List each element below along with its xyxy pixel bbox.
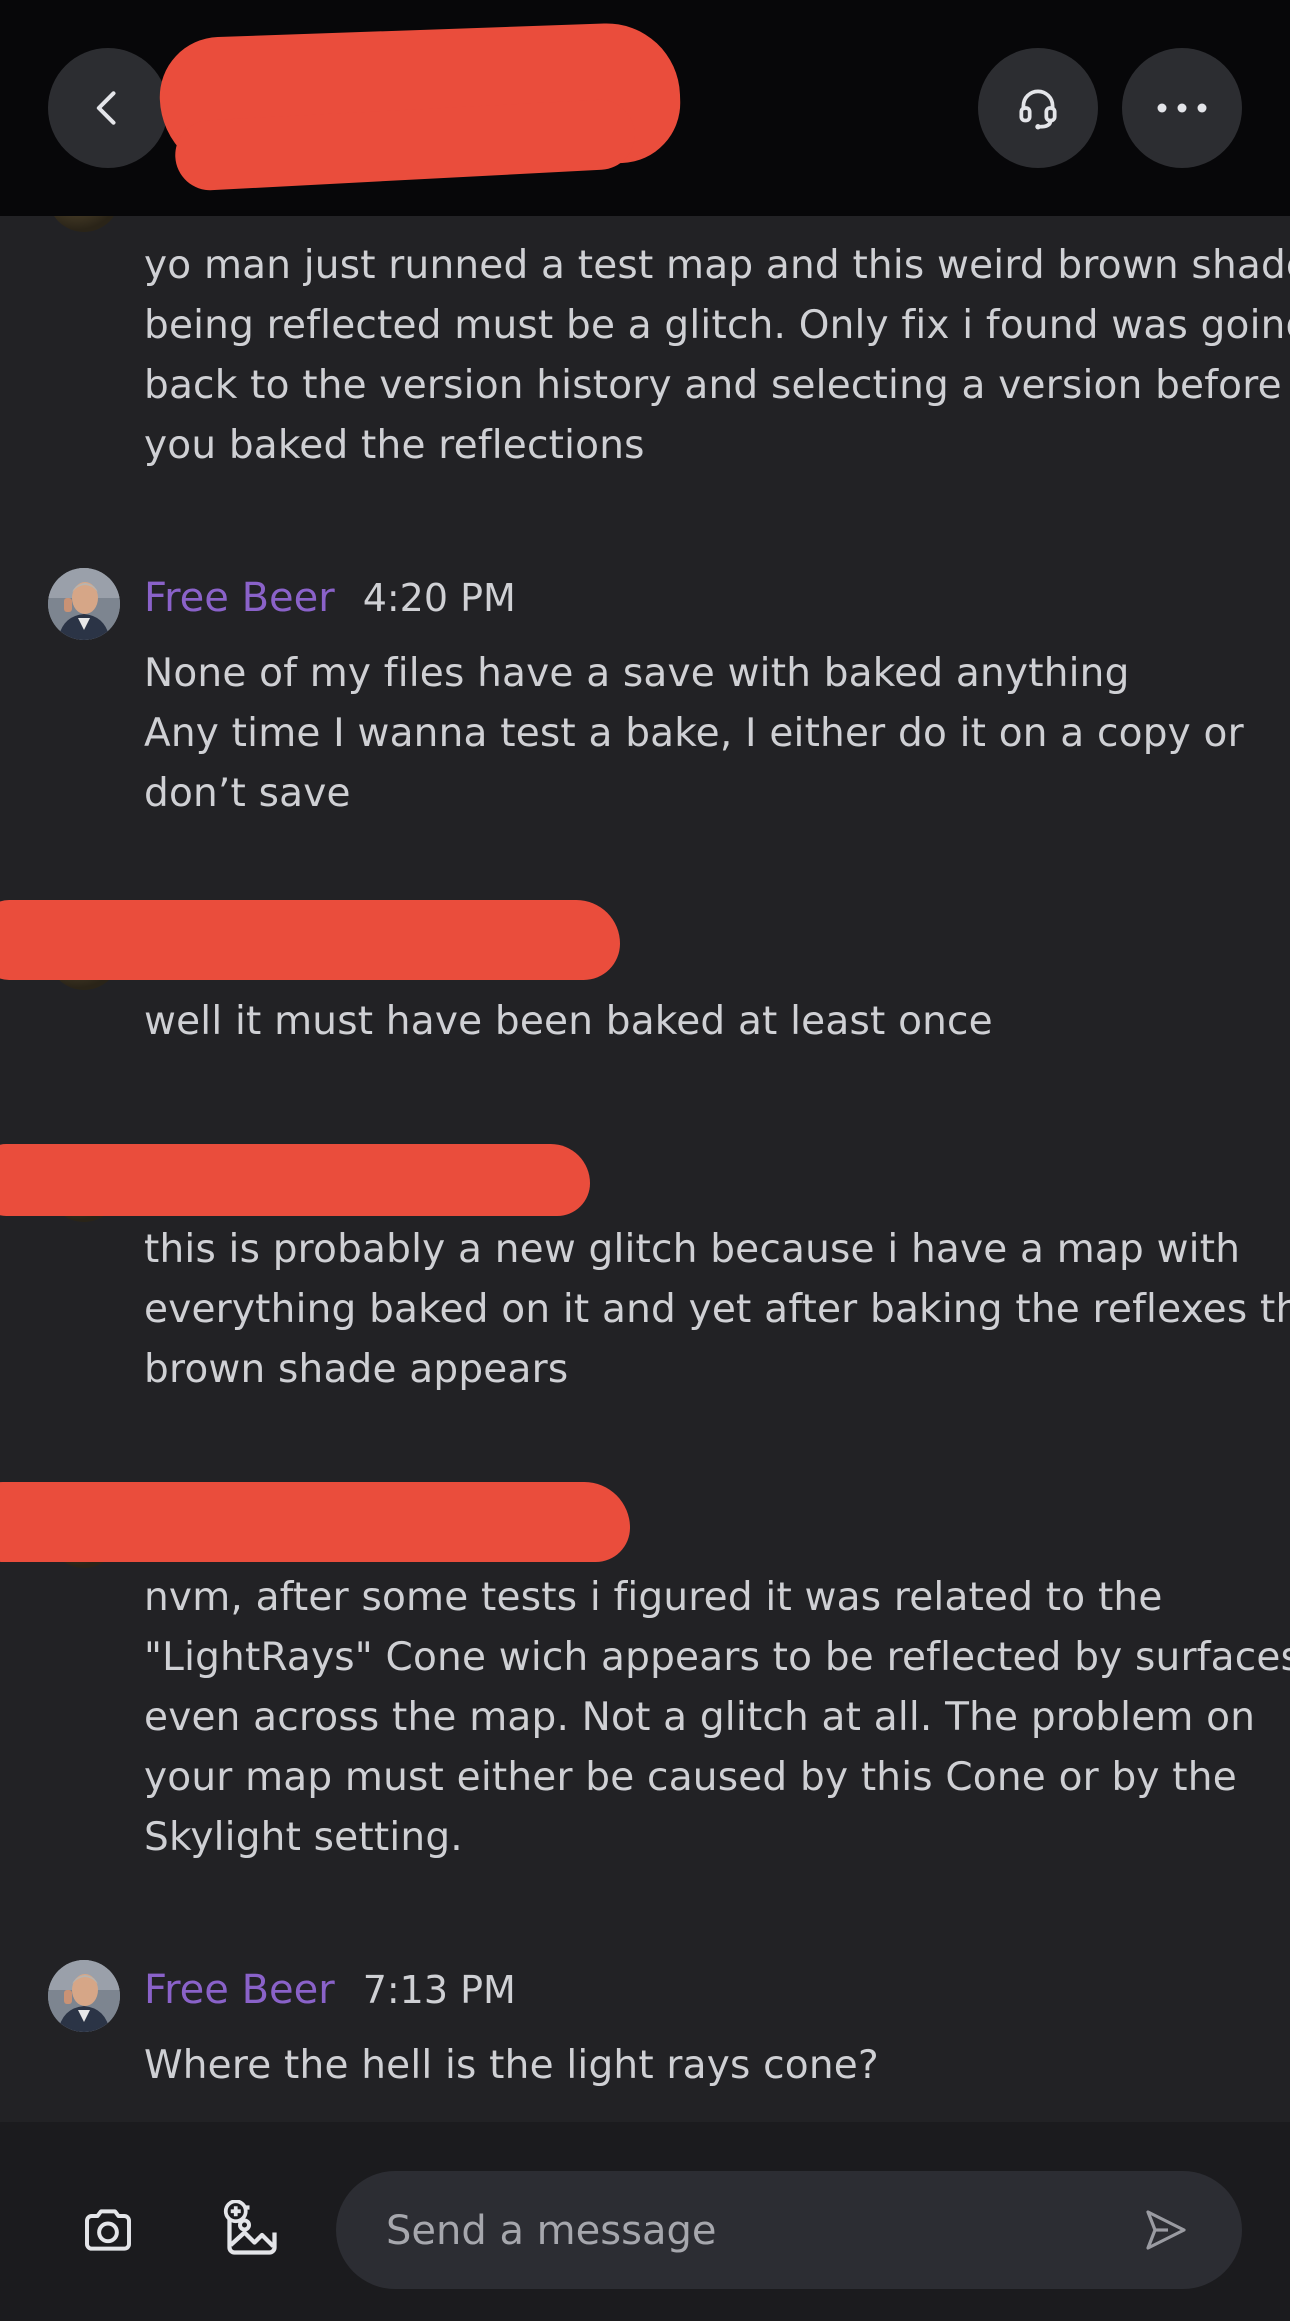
message-input-wrapper (336, 2171, 1242, 2291)
avatar-photo (48, 568, 120, 640)
send-button[interactable] (1130, 2194, 1202, 2266)
chevron-left-icon (96, 91, 116, 125)
more-horizontal-icon (1157, 103, 1207, 113)
timestamp: 7:13 PM (362, 1968, 516, 2012)
support-button[interactable] (978, 48, 1098, 168)
avatar[interactable] (48, 1960, 120, 2032)
message-text: None of my files have a save with baked … (144, 651, 1244, 816)
message-meta: Free Beer 7:13 PM (144, 1960, 516, 2020)
gallery-button[interactable] (216, 2194, 288, 2266)
camera-icon (85, 2209, 131, 2251)
send-icon (1146, 2210, 1186, 2250)
message-meta: Free Beer 4:20 PM (144, 568, 516, 628)
timestamp: 4:20 PM (362, 576, 516, 620)
message-text: nvm, after some tests i figured it was r… (144, 1575, 1290, 1860)
message-text: Where the hell is the light rays cone? (144, 2043, 879, 2088)
image-add-icon (223, 2200, 277, 2255)
redacted-username (0, 1482, 630, 1562)
redacted-username (0, 1144, 590, 1216)
message-input[interactable] (384, 2171, 1128, 2291)
username[interactable]: Free Beer (144, 1967, 335, 2013)
avatar-photo (48, 1960, 120, 2032)
message-text: yo man just runned a test map and this w… (144, 243, 1290, 468)
headset-icon (1019, 89, 1057, 130)
redacted-username (0, 900, 620, 980)
more-options-button[interactable] (1122, 48, 1242, 168)
back-button[interactable] (48, 48, 168, 168)
message-composer (0, 2122, 1290, 2321)
username[interactable]: Free Beer (144, 575, 335, 621)
camera-button[interactable] (72, 2194, 144, 2266)
chat-header (0, 0, 1290, 216)
message-text: well it must have been baked at least on… (144, 999, 993, 1044)
message-text: this is probably a new glitch because i … (144, 1227, 1290, 1392)
avatar[interactable] (48, 568, 120, 640)
